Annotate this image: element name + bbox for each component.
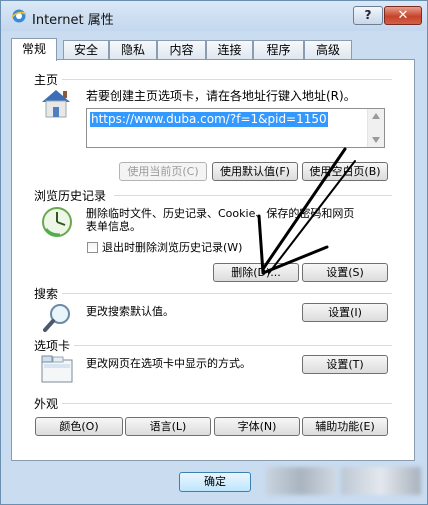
delete-history-button[interactable]: 删除(D)... bbox=[213, 263, 299, 282]
search-section-label: 搜索 bbox=[34, 287, 59, 301]
history-section-divider bbox=[114, 195, 392, 196]
scroll-down-arrow-icon[interactable] bbox=[372, 137, 380, 143]
blurred-watermark-2 bbox=[341, 467, 421, 495]
tabs-section-label: 选项卡 bbox=[34, 339, 71, 353]
use-blank-page-button[interactable]: 使用空白页(B) bbox=[302, 162, 388, 181]
search-section-divider bbox=[62, 293, 392, 294]
home-description: 若要创建主页选项卡，请在各地址行键入地址(R)。 bbox=[86, 89, 356, 103]
history-clock-icon bbox=[42, 207, 72, 237]
home-page-url-textbox[interactable]: https://www.duba.com/?f=1&pid=1150 bbox=[86, 108, 385, 148]
home-icon bbox=[42, 90, 70, 118]
delete-history-on-exit-checkbox[interactable] bbox=[87, 242, 98, 253]
languages-button[interactable]: 语言(L) bbox=[125, 417, 211, 436]
appearance-section-divider bbox=[62, 403, 392, 404]
tabs-settings-button[interactable]: 设置(T) bbox=[302, 355, 388, 374]
colors-button[interactable]: 颜色(O) bbox=[35, 417, 123, 436]
history-description-line2: 表单信息。 bbox=[86, 220, 141, 233]
search-description: 更改搜索默认值。 bbox=[86, 305, 174, 318]
use-current-page-button[interactable]: 使用当前页(C) bbox=[119, 162, 207, 181]
ok-button[interactable]: 确定 bbox=[179, 472, 251, 492]
tab-general[interactable]: 常规 bbox=[11, 38, 57, 61]
scroll-up-arrow-icon[interactable] bbox=[372, 113, 380, 119]
home-section-divider bbox=[62, 79, 392, 80]
tabs-description: 更改网页在选项卡中显示的方式。 bbox=[86, 357, 251, 370]
blurred-watermark bbox=[266, 467, 336, 495]
appearance-section-label: 外观 bbox=[34, 397, 59, 411]
delete-history-on-exit-label[interactable]: 退出时删除浏览历史记录(W) bbox=[102, 241, 242, 255]
history-description-line1: 删除临时文件、历史记录、Cookie、保存的密码和网页 bbox=[86, 207, 355, 220]
home-page-url-value: https://www.duba.com/?f=1&pid=1150 bbox=[90, 112, 328, 127]
fonts-button[interactable]: 字体(N) bbox=[214, 417, 300, 436]
internet-options-dialog: Internet 属性 ? ✕ 常规 安全 隐私 内容 连接 程序 高级 主页 … bbox=[0, 0, 428, 505]
search-magnifier-icon bbox=[43, 304, 70, 332]
url-scrollbar[interactable] bbox=[367, 109, 384, 147]
search-settings-button[interactable]: 设置(I) bbox=[302, 303, 388, 322]
use-default-button[interactable]: 使用默认值(F) bbox=[212, 162, 298, 181]
tabs-section-divider bbox=[74, 345, 392, 346]
accessibility-button[interactable]: 辅助功能(E) bbox=[302, 417, 388, 436]
history-settings-button[interactable]: 设置(S) bbox=[302, 263, 388, 282]
tabs-window-icon bbox=[41, 355, 73, 383]
history-section-label: 浏览历史记录 bbox=[34, 189, 107, 203]
general-tab-panel: 主页 若要创建主页选项卡，请在各地址行键入地址(R)。 https://www.… bbox=[11, 59, 415, 461]
